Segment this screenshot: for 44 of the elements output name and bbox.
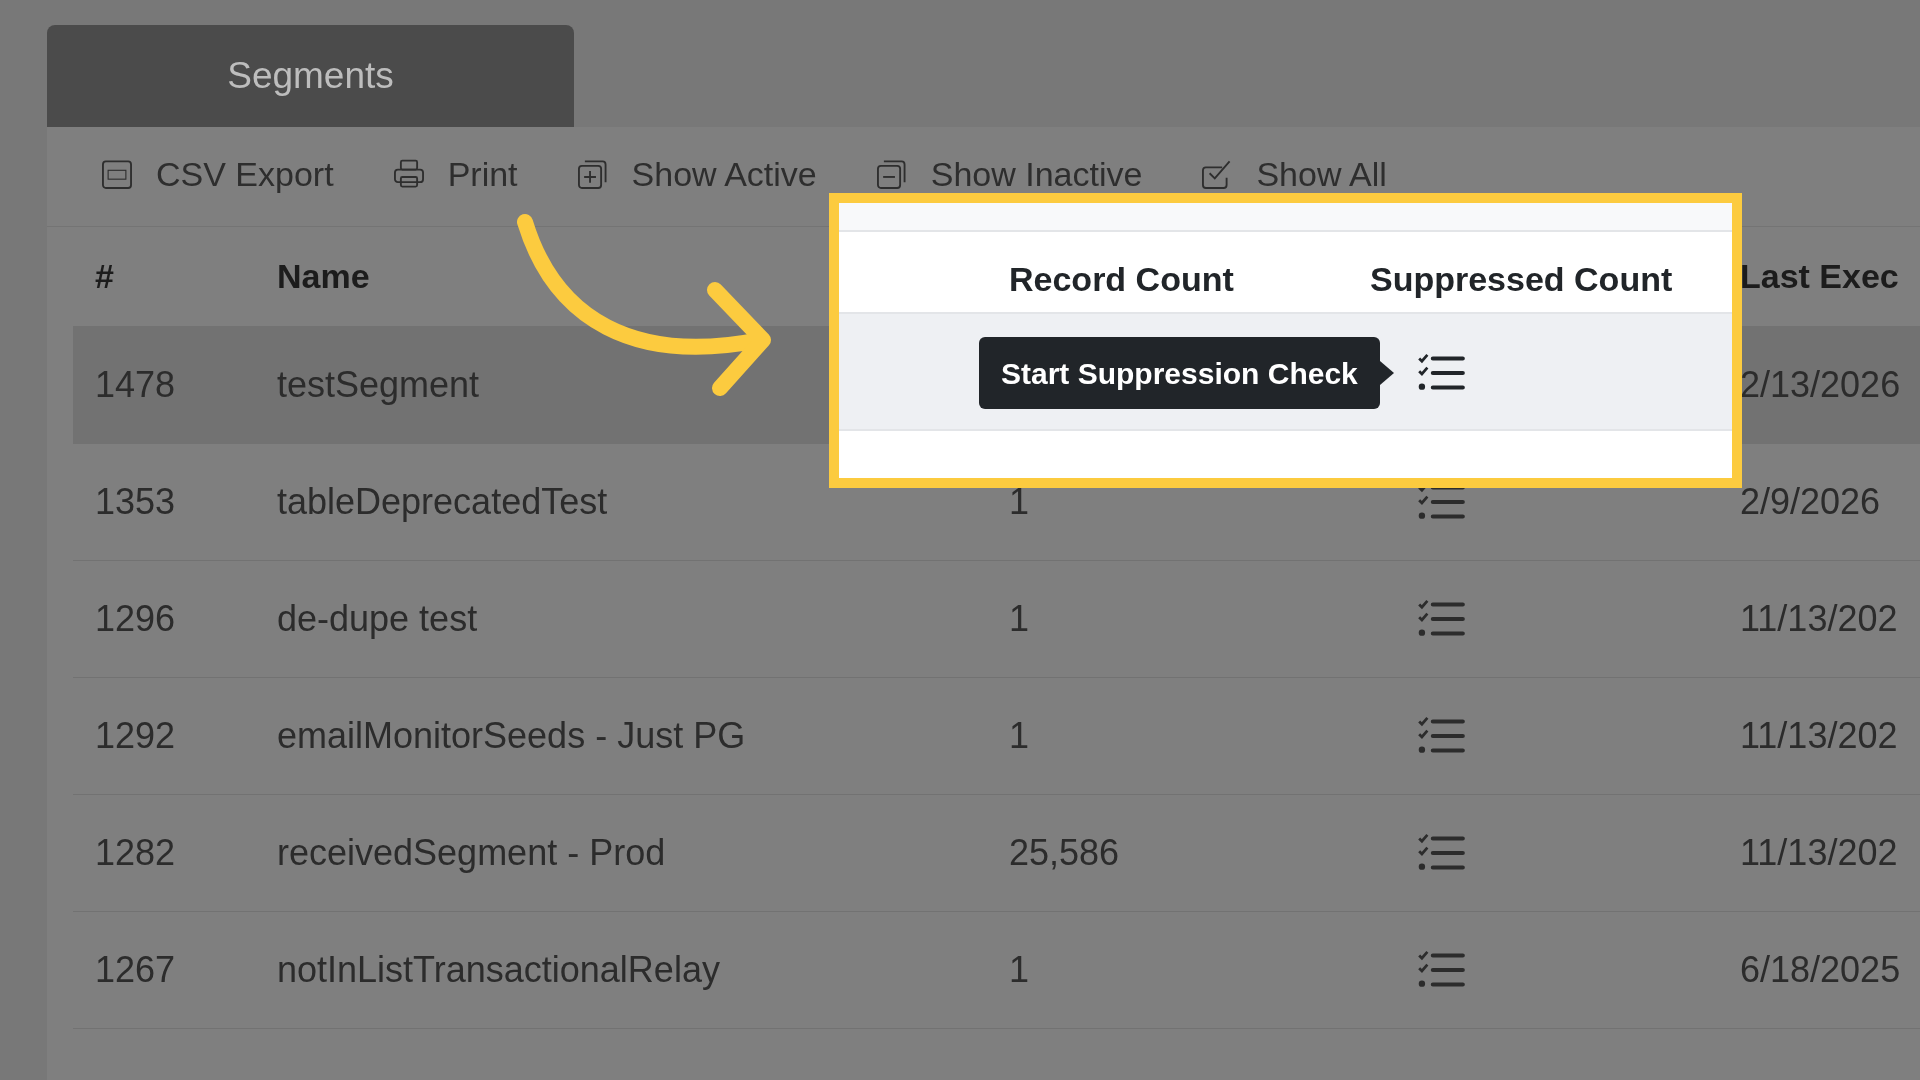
name-cell-text: receivedSegment - Prod <box>277 831 667 875</box>
date-cell-text: 11/13/202 <box>1740 831 1899 875</box>
id-cell-text: 1267 <box>94 948 177 992</box>
id-cell-text: 1478 <box>94 363 177 407</box>
column-header: Last Exec <box>1740 256 1900 297</box>
table-row[interactable]: 1296 de-dupe test 1 11/13/202 <box>73 561 1920 678</box>
segments-tab[interactable]: Segments <box>47 25 574 127</box>
count-cell-text: 1 <box>1009 597 1031 641</box>
id-cell-text: 1282 <box>94 831 177 875</box>
checklist-icon[interactable] <box>1415 599 1467 639</box>
date-cell-text: 6/18/2025 <box>1740 948 1902 992</box>
tooltip: Start Suppression Check <box>979 337 1380 409</box>
column-header: Record Count <box>1009 259 1234 300</box>
checklist-icon[interactable] <box>1415 716 1467 756</box>
count-cell-text: 1 <box>1009 948 1031 992</box>
filter-button[interactable]: Show All <box>1200 157 1387 191</box>
name-cell-text: tableDeprecatedTest <box>277 480 609 524</box>
checklist-icon[interactable] <box>1415 353 1467 393</box>
name-cell-text: de-dupe test <box>277 597 479 641</box>
id-cell-text: 1292 <box>94 714 177 758</box>
count-cell-text: 1 <box>1009 480 1031 524</box>
column-header: Suppressed Count <box>1370 259 1673 300</box>
id-cell-text: 1296 <box>94 597 177 641</box>
count-cell-text: 1 <box>1009 714 1031 758</box>
date-cell-text: 2/9/2026 <box>1740 480 1882 524</box>
filter-button[interactable]: Show Inactive <box>874 157 1143 191</box>
date-cell-text: 11/13/202 <box>1740 597 1899 641</box>
column-header: # <box>94 256 115 297</box>
tooltip-pointer <box>1379 361 1394 385</box>
table-row[interactable]: 1292 emailMonitorSeeds - Just PG 1 11/13/202 <box>73 678 1920 795</box>
print-button[interactable]: Print <box>391 157 518 191</box>
id-cell-text: 1353 <box>94 480 177 524</box>
date-cell-text: 2/13/2026 <box>1740 363 1902 407</box>
checklist-icon[interactable] <box>1415 833 1467 873</box>
column-header: Name <box>277 256 371 297</box>
table-row[interactable]: 1282 receivedSegment - Prod 25,586 11/13/202 <box>73 795 1920 912</box>
table-row[interactable]: 1267 notInListTransactionalRelay 1 6/18/2025 <box>73 912 1920 1029</box>
filter-button[interactable]: Show Active <box>575 157 817 191</box>
name-cell-text: emailMonitorSeeds - Just PG <box>277 714 747 758</box>
date-cell-text: 11/13/202 <box>1740 714 1899 758</box>
checklist-icon[interactable] <box>1415 950 1467 990</box>
count-cell-text: 25,586 <box>1009 831 1121 875</box>
name-cell-text: notInListTransactionalRelay <box>277 948 721 992</box>
csv-export-button[interactable]: CSV Export <box>100 157 334 191</box>
